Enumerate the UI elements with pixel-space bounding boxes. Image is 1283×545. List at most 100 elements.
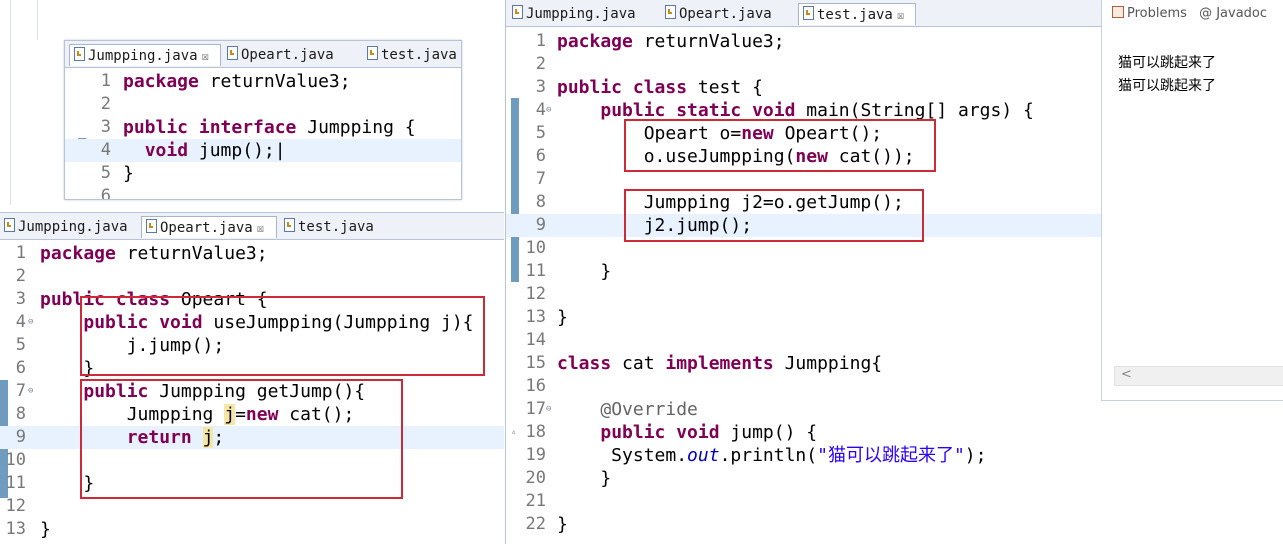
problems-tab[interactable]: Problems (1112, 6, 1187, 21)
line-number: 13 (525, 307, 546, 327)
line-number: 7 (535, 169, 546, 189)
javadoc-tab[interactable]: @ Javadoc (1199, 6, 1267, 21)
override-marker-icon[interactable]: ▵ (511, 421, 516, 444)
line-number: 10 (5, 450, 26, 470)
editor-test: Jumpping.java Opeart.java test.java ☒ 1 pa… (505, 0, 1102, 544)
line-number: 5 (535, 123, 546, 143)
code-area[interactable]: 1 package returnValue3; 2 3 public interfa… (65, 68, 461, 199)
line-number: 16 (525, 376, 546, 396)
code-line: 5} (65, 162, 461, 185)
tab-test-java[interactable]: test.java (363, 44, 461, 66)
tab-test-java[interactable]: test.java (280, 216, 380, 238)
line-number: 6 (15, 358, 26, 378)
code-line: ▵ 18 public void jump() { (506, 421, 1102, 444)
highlight-box-opeart-calls (624, 119, 936, 172)
java-file-icon (146, 219, 157, 233)
line-number: 5 (15, 335, 26, 355)
line-number: 4 (100, 140, 111, 160)
line-number: 12 (5, 496, 26, 516)
horizontal-scrollbar[interactable]: < (1114, 366, 1283, 386)
highlight-box-usejumpping (80, 296, 485, 376)
code-text: class cat implements Jumpping{ (557, 353, 883, 374)
line-number: 2 (15, 266, 26, 286)
line-number: 21 (525, 491, 546, 511)
line-number: 3 (15, 289, 26, 309)
line-number: 22 (525, 514, 546, 534)
tab-jumpping-java[interactable]: Jumpping.java (0, 216, 138, 238)
line-number: 11 (5, 473, 26, 493)
code-line: 1 package returnValue3; (506, 30, 1102, 53)
tab-jumpping-java[interactable]: Jumpping.java (508, 3, 658, 25)
code-text: void jump();| (144, 140, 286, 161)
code-text: package returnValue3; (123, 71, 351, 92)
workspace-divider (37, 0, 38, 40)
line-number: 18 (525, 422, 546, 442)
close-tab-icon[interactable]: ☒ (257, 221, 264, 235)
code-line: 2 (506, 53, 1102, 76)
line-number: 17 (525, 399, 546, 419)
code-area[interactable]: 1 package returnValue3; 2 3 public class t… (506, 28, 1102, 544)
scroll-left-icon[interactable]: < (1121, 367, 1132, 382)
code-text: } (557, 468, 612, 489)
code-text: } (557, 307, 568, 328)
close-tab-icon[interactable]: ☒ (202, 49, 209, 63)
code-line: 2 (65, 93, 461, 116)
code-line: 6 (65, 185, 461, 199)
code-text: public class test { (557, 77, 763, 98)
java-file-icon (74, 47, 85, 61)
code-line: 15 class cat implements Jumpping{ (506, 352, 1102, 375)
editor-tab-bar: Jumpping.java Opeart.java ☒ test.java (0, 213, 504, 240)
line-number: 7 (15, 381, 26, 401)
view-tabs: Problems @ Javadoc (1112, 6, 1267, 21)
code-line: 11 } (506, 260, 1102, 283)
close-tab-icon[interactable]: ☒ (897, 8, 904, 22)
workspace-divider (10, 0, 11, 205)
line-number: 3 (100, 117, 111, 137)
line-number: 9 (15, 427, 26, 447)
java-file-icon (803, 6, 814, 20)
line-number: 5 (100, 163, 111, 183)
tab-opeart-java[interactable]: Opeart.java ☒ (141, 216, 277, 238)
fold-toggle-icon[interactable]: ⊖ (546, 398, 551, 421)
code-line: 22} (506, 513, 1102, 536)
code-line: 20 } (506, 467, 1102, 490)
line-number: 12 (525, 284, 546, 304)
code-line: 1 package returnValue3; (65, 70, 461, 93)
editor-jumpping: Jumpping.java ☒ Opeart.java test.java 1 pa… (64, 40, 462, 200)
line-number: 8 (535, 192, 546, 212)
console-output-line: 猫可以跳起来了 (1118, 55, 1216, 71)
problems-icon (1112, 6, 1124, 18)
code-line: 12 (506, 283, 1102, 306)
java-file-icon (367, 46, 378, 60)
tab-jumpping-java[interactable]: Jumpping.java ☒ (69, 44, 221, 66)
code-text: public interface Jumpping { (123, 117, 416, 138)
code-line: 3 public class test { (506, 76, 1102, 99)
java-file-icon (284, 218, 295, 232)
code-text: } (40, 519, 51, 540)
line-number: 9 (535, 215, 546, 235)
line-number: 3 (535, 77, 546, 97)
line-number: 4 (15, 312, 26, 332)
editor-opeart: Jumpping.java Opeart.java ☒ test.java 1 pa… (0, 212, 504, 545)
line-number: 1 (535, 31, 546, 51)
code-line: 21 (506, 490, 1102, 513)
tab-opeart-java[interactable]: Opeart.java (223, 44, 359, 66)
fold-toggle-icon[interactable]: ⊖ (28, 311, 33, 334)
code-text: } (557, 514, 568, 535)
code-line: 1 package returnValue3; (0, 242, 504, 265)
java-file-icon (512, 5, 523, 19)
code-text: @Override (600, 399, 698, 420)
fold-toggle-icon[interactable]: ⊖ (28, 380, 33, 403)
highlight-box-getjump-call (624, 189, 924, 242)
line-number: 2 (535, 54, 546, 74)
line-number: 8 (15, 404, 26, 424)
line-number: 14 (525, 330, 546, 350)
code-text: } (557, 261, 612, 282)
java-file-icon (665, 5, 676, 19)
fold-toggle-icon[interactable]: ⊖ (546, 99, 551, 122)
tab-test-java[interactable]: test.java ☒ (798, 3, 916, 25)
line-number: 1 (100, 71, 111, 91)
tab-opeart-java[interactable]: Opeart.java (661, 3, 796, 25)
line-number: 1 (15, 243, 26, 263)
line-number: 11 (525, 261, 546, 281)
